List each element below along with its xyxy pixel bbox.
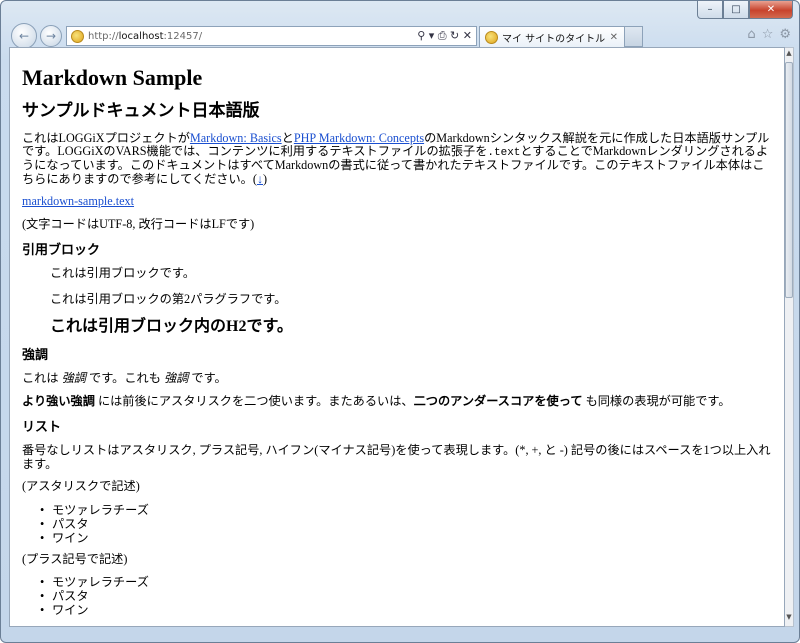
list-item: パスタ [40,517,772,531]
list-item: ワイン [40,531,772,545]
toolbar-icons: ⌂ ☆ ⚙ [747,27,791,42]
new-tab-button[interactable] [625,26,643,47]
caption-buttons: – □ ✕ [697,1,793,19]
minimize-button[interactable]: – [697,1,723,19]
page-favicon-icon [71,29,84,43]
plus-list: モツァレラチーズ パスタ ワイン [40,575,772,617]
em-text-2: です。これも [85,371,164,386]
tab-close-icon[interactable]: ✕ [610,32,618,43]
vertical-scrollbar[interactable]: ▲ ▼ [785,47,794,627]
strong-text-1: には前後にアスタリスクを二つ使います。またあるいは、 [94,393,414,408]
emphasis-paragraph: これは 強調 です。これも 強調 です。 [22,371,772,386]
asterisk-list: モツァレラチーズ パスタ ワイン [40,503,772,545]
intro-text-5: ) [262,171,268,186]
address-bar[interactable]: http:// localhost :12457/ ⚲ ▾ ⎙ ↻ ✕ [66,26,477,46]
scrollbar-thumb[interactable] [785,62,793,298]
intro-text-2: と [281,130,294,145]
list-item: モツァレラチーズ [40,503,772,517]
plus-list-label: (プラス記号で記述) [22,551,128,566]
scroll-down-icon[interactable]: ▼ [785,613,793,625]
asterisk-list-label: (アスタリスクで記述) [22,479,140,494]
browser-window: – □ ✕ ← → http:// localhost :12457/ ⚲ ▾ … [0,0,800,643]
forward-arrow-icon: → [45,29,57,43]
list-intro: 番号なしリストはアスタリスク, プラス記号, ハイフン(マイナス記号)を使って表… [22,443,771,471]
url-host: localhost [118,30,164,42]
file-link-paragraph: markdown-sample.text [22,195,772,208]
favorites-star-icon[interactable]: ☆ [762,27,774,42]
sample-blockquote: これは引用ブロックです。 これは引用ブロックの第2パラグラフです。 これは引用ブ… [50,266,772,336]
navigation-bar: ← → http:// localhost :12457/ ⚲ ▾ ⎙ ↻ ✕ … [9,23,791,49]
markdown-sample-file-link[interactable]: markdown-sample.text [22,194,134,208]
emphasis-word-1: 強調 [61,371,86,386]
list-heading: リスト [22,418,62,434]
strong-text-2: も同様の表現が可能です。 [582,393,731,408]
home-icon[interactable]: ⌂ [747,27,755,42]
address-tools[interactable]: ⚲ ▾ ⎙ ↻ ✕ [417,29,476,43]
forward-button[interactable]: → [40,25,62,47]
list-item: パスタ [40,589,772,603]
page-title: Markdown Sample [22,65,203,90]
list-item: モツァレラチーズ [40,575,772,589]
maximize-button[interactable]: □ [723,1,749,19]
em-text-1: これは [22,371,62,386]
intro-paragraph: これはLOGGiXプロジェクトがMarkdown: BasicsとPHP Mar… [22,130,772,186]
tab-favicon-icon [485,30,498,44]
em-text-3: です。 [188,371,227,386]
back-arrow-icon: ← [18,29,30,43]
encoding-note: (文字コードはUTF-8, 改行コードはLFです) [22,216,255,231]
url-port-path: :12457/ [163,30,203,42]
close-button[interactable]: ✕ [749,1,793,19]
page-viewport[interactable]: Markdown Sample サンプルドキュメント日本語版 これはLOGGiX… [9,47,785,627]
tab-active[interactable]: マイ サイトのタイトル ✕ [479,26,625,47]
tab-title: マイ サイトのタイトル [502,33,606,45]
list-item: ワイン [40,603,772,617]
blockquote-paragraph-2: これは引用ブロックの第2パラグラフです。 [50,291,287,306]
document-body: Markdown Sample サンプルドキュメント日本語版 これはLOGGiX… [10,48,784,617]
emphasis-word-2: 強調 [163,371,189,386]
settings-gear-icon[interactable]: ⚙ [779,27,791,42]
markdown-basics-link[interactable]: Markdown: Basics [190,131,282,145]
blockquote-h2: これは引用ブロック内のH2です。 [50,318,293,336]
blockquote-heading: 引用ブロック [22,242,101,258]
emphasis-heading: 強調 [22,346,49,362]
strong-phrase-1: より強い強調 [22,393,95,408]
scroll-up-icon[interactable]: ▲ [785,49,793,61]
back-button[interactable]: ← [11,23,37,49]
url-prefix: http:// [88,30,119,42]
php-markdown-concepts-link[interactable]: PHP Markdown: Concepts [294,131,424,145]
blockquote-paragraph-1: これは引用ブロックです。 [50,266,196,281]
strong-paragraph: より強い強調 には前後にアスタリスクを二つ使います。またあるいは、二つのアンダー… [22,393,772,408]
strong-phrase-2: 二つのアンダースコアを使って [413,393,583,408]
intro-text-1: これはLOGGiXプロジェクトが [22,130,190,145]
page-subtitle: サンプルドキュメント日本語版 [22,101,260,121]
